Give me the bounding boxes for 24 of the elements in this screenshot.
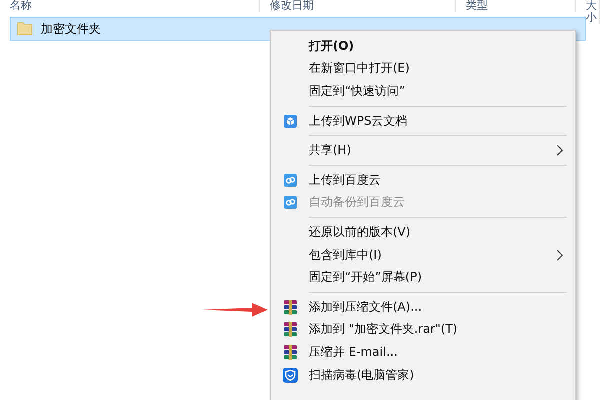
menu-item[interactable]: 添加到压缩文件(A)...: [271, 296, 575, 319]
menu-item[interactable]: 包含到库中(I): [271, 244, 575, 266]
menu-item[interactable]: 共享(H): [271, 139, 575, 162]
cloud-icon: [284, 174, 296, 187]
column-header[interactable]: 修改日期: [260, 0, 456, 12]
menu-item[interactable]: 扫描病毒(电脑管家): [271, 364, 575, 386]
shield-icon: [282, 368, 298, 383]
cloud-icon: [284, 196, 296, 210]
menu-item[interactable]: 固定到“开始”屏幕(P): [271, 266, 575, 289]
column-header[interactable]: 类型: [456, 0, 576, 12]
menu-item[interactable]: 上传到WPS云文档: [271, 110, 575, 132]
menu-item[interactable]: 在新窗口中打开(E): [271, 58, 575, 80]
books-stack-icon: [282, 344, 298, 360]
file-name: 加密文件夹: [41, 20, 101, 38]
menu-item[interactable]: 上传到百度云: [271, 168, 575, 192]
menu-item[interactable]: 压缩并 E-mail...: [271, 341, 575, 364]
books-stack-icon: [282, 300, 298, 315]
folder-icon: [17, 22, 33, 36]
cube-icon: [284, 114, 296, 128]
menu-item[interactable]: 添加到 "加密文件夹.rar"(T): [271, 318, 575, 342]
column-header[interactable]: 名称: [0, 0, 260, 12]
menu-item[interactable]: 固定到“快速访问”: [271, 80, 575, 103]
books-stack-icon: [282, 322, 298, 338]
menu-item[interactable]: 还原以前的版本(V): [271, 221, 575, 244]
